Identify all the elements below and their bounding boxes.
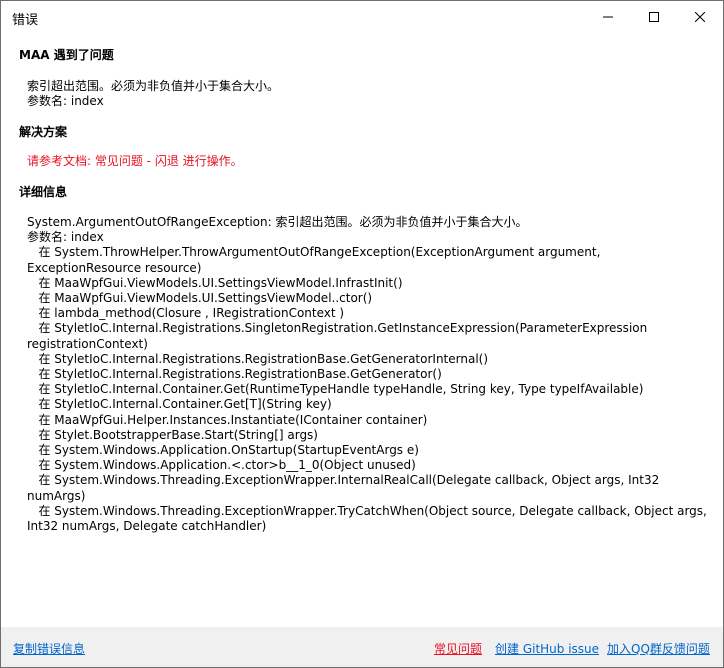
problem-message: 索引超出范围。必须为非负值并小于集合大小。 参数名: index: [27, 79, 279, 110]
minimize-icon: [603, 16, 613, 17]
faq-link[interactable]: 常见问题: [434, 640, 482, 657]
problem-message-line: 索引超出范围。必须为非负值并小于集合大小。: [27, 79, 280, 93]
minimize-button[interactable]: [585, 1, 631, 32]
copy-error-link[interactable]: 复制错误信息: [13, 640, 85, 657]
close-button[interactable]: [677, 1, 723, 32]
error-window: 错误 MAA 遇到了问题 索引超出范围。必须为非负值并小于集合大小。 参数名: …: [0, 0, 724, 668]
maximize-icon: [649, 11, 659, 22]
problem-param-line: 参数名: index: [27, 94, 104, 109]
details-heading: 详细信息: [19, 185, 68, 199]
close-icon: [695, 11, 705, 22]
solution-text: 请参考文档: 常见问题 - 闪退 进行操作。: [27, 154, 243, 168]
stack-trace-text: System.ArgumentOutOfRangeException: 索引超出…: [27, 215, 707, 534]
title-bar[interactable]: 错误: [1, 1, 723, 32]
github-issue-link[interactable]: 创建 GitHub issue: [495, 640, 599, 657]
qq-group-link[interactable]: 加入QQ群反馈问题: [607, 640, 710, 657]
solution-heading: 解决方案: [19, 125, 68, 139]
problem-heading: MAA 遇到了问题: [19, 48, 114, 62]
maximize-button[interactable]: [631, 1, 677, 32]
footer-bar: 复制错误信息 常见问题 创建 GitHub issue 加入QQ群反馈问题: [1, 627, 723, 667]
window-title: 错误: [12, 13, 39, 28]
